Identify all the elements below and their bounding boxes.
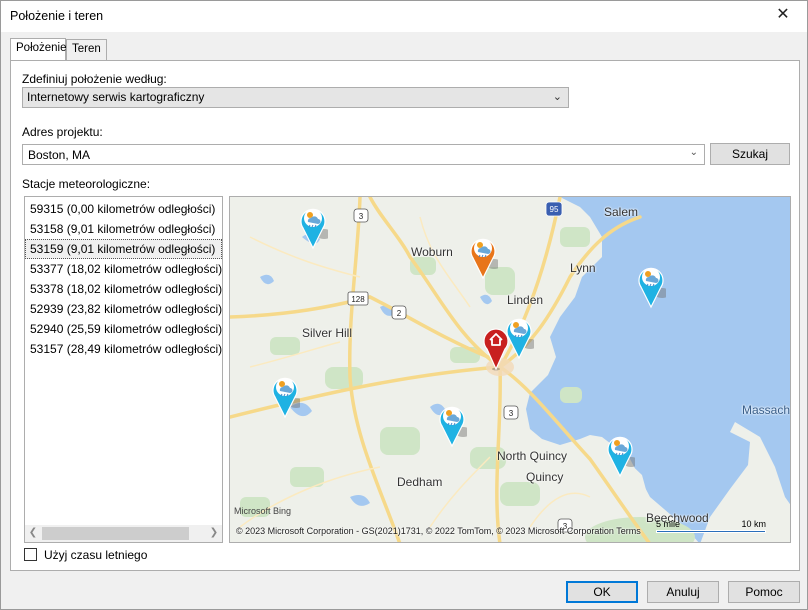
station-list[interactable]: 59315 (0,00 kilometrów odległości) 53158… [24,196,223,543]
horizontal-scrollbar[interactable]: ❮ ❯ [25,525,222,542]
weather-icon [638,267,666,309]
weather-icon [300,208,328,250]
weather-icon [607,436,635,478]
weather-pin[interactable] [605,432,635,478]
map-copyright[interactable]: © 2023 Microsoft Corporation - GS(2021)1… [236,526,641,536]
project-home-pin[interactable] [481,325,511,371]
weather-pin[interactable] [636,263,666,309]
chevron-down-icon[interactable]: ⌄ [690,147,698,158]
address-combobox[interactable]: Boston, MA ⌄ [22,144,705,165]
station-item[interactable]: 53378 (18,02 kilometrów odległości) [25,279,222,299]
scrollbar-thumb[interactable] [42,527,189,540]
station-items: 59315 (0,00 kilometrów odległości) 53158… [25,197,222,359]
address-label: Adres projektu: [22,125,103,139]
weather-icon [439,406,467,448]
map-water-label: Massach [742,403,791,417]
station-item[interactable]: 53158 (9,01 kilometrów odległości) [25,219,222,239]
map-place-label: North Quincy [497,449,568,463]
weather-pin[interactable] [270,373,300,419]
map-place-label: Silver Hill [302,326,353,340]
station-item[interactable]: 52939 (23,82 kilometrów odległości) [25,299,222,319]
weather-pin[interactable] [298,204,328,250]
scroll-left-icon[interactable]: ❮ [27,527,39,540]
weather-icon [470,238,498,280]
address-value: Boston, MA [28,148,91,162]
stations-label: Stacje meteorologiczne: [22,177,151,191]
weather-pin[interactable] [437,402,467,448]
map-place-label: Lynn [570,261,596,275]
station-item[interactable]: 53377 (18,02 kilometrów odległości) [25,259,222,279]
search-button[interactable]: Szukaj [710,143,790,165]
map-scale: 5 mile 10 km [656,519,766,535]
map-place-label: Dedham [397,475,443,489]
title-bar: Położenie i teren ✕ [1,1,807,32]
tab-location[interactable]: Położenie [10,38,67,60]
dst-checkbox[interactable] [24,548,37,561]
location-source-select[interactable]: Internetowy serwis kartograficzny ⌄ [22,87,569,108]
map-place-label: Linden [507,293,544,307]
map-place-label: Salem [604,205,639,219]
location-source-value: Internetowy serwis kartograficzny [27,90,205,104]
map-place-label: Quincy [526,470,564,484]
define-location-label: Zdefiniuj położenie według: [22,72,167,86]
home-icon [483,328,509,371]
map-view[interactable]: Salem Woburn Lynn Linden Silver Hill Nor… [229,196,791,543]
station-item[interactable]: 52940 (25,59 kilometrów odległości) [25,319,222,339]
dst-label: Użyj czasu letniego [44,548,148,562]
scale-km: 10 km [741,519,766,529]
scroll-right-icon[interactable]: ❯ [208,527,220,540]
bing-logo: Microsoft Bing [234,506,292,516]
station-item-selected[interactable]: 53159 (9,01 kilometrów odległości) [25,239,222,259]
weather-pin-selected[interactable] [468,234,498,280]
cancel-button[interactable]: Anuluj [647,581,719,603]
station-item[interactable]: 59315 (0,00 kilometrów odległości) [25,199,222,219]
scale-miles: 5 mile [656,519,681,529]
window-title: Położenie i teren [10,9,104,23]
location-terrain-dialog: Położenie i teren ✕ Położenie Teren Zdef… [0,0,808,610]
map-place-label: Woburn [411,245,453,259]
help-button[interactable]: Pomoc [728,581,800,603]
close-button[interactable]: ✕ [773,5,793,25]
scale-bar [656,530,766,533]
weather-icon [272,377,300,419]
station-item[interactable]: 53157 (28,49 kilometrów odległości) [25,339,222,359]
tab-terrain[interactable]: Teren [66,39,107,60]
ok-button[interactable]: OK [566,581,638,603]
chevron-down-icon: ⌄ [552,91,562,103]
